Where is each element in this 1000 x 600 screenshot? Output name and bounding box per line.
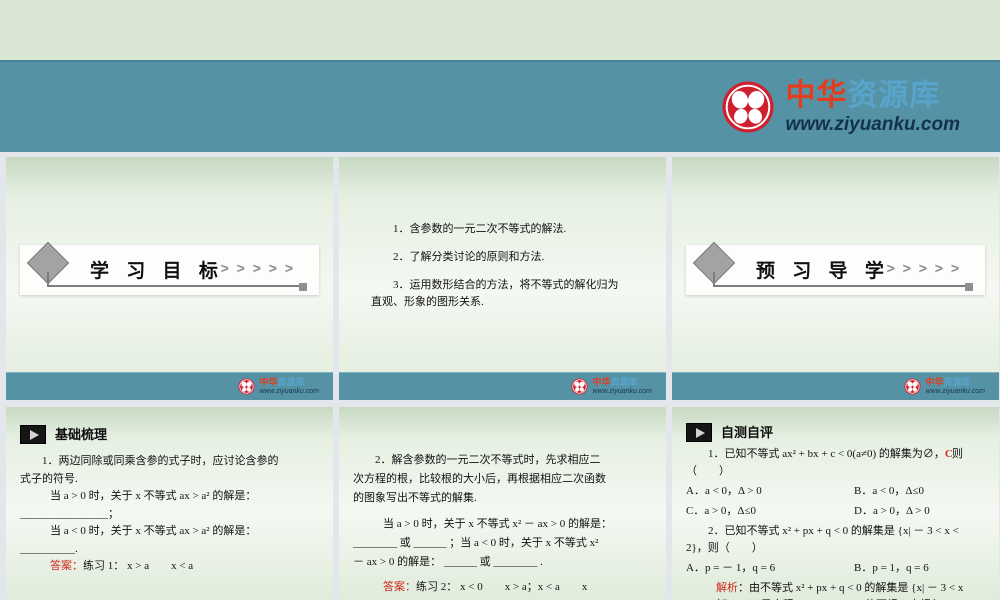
basics-line: 当 a < 0 时，关于 x 不等式 ax > a² 的解是： [50, 525, 257, 537]
basics-answer-line: 答案：练习 1： x > a x < a [20, 558, 321, 576]
banner-end-square [965, 283, 973, 291]
basics2-line: － ax > 0 的解是： ______ 或 ________ . [353, 556, 543, 568]
slide-self-test[interactable]: 自测自评 1．已知不等式 ax² + bx + c < 0(a≠0) 的解集为∅… [672, 407, 999, 600]
slide-top-footer-band: 中华资源库 www.ziyuanku.com [0, 60, 1000, 152]
question1-options-row: A．a < 0，Δ > 0 B．a < 0，Δ≤0 [686, 483, 987, 500]
brand-text: 中华资源库 www.ziyuanku.com [785, 78, 960, 135]
banner-underline [713, 285, 969, 287]
goal-content-text: 1．含参数的一元二次不等式的解法. 2．了解分类讨论的原则和方法. 3．运用数形… [339, 157, 666, 311]
play-icon [20, 425, 46, 444]
answer-text: 练习 2： x < 0 x > a；x < a x [416, 581, 588, 593]
goal-line: 直观、形象的图形关系. [371, 296, 484, 308]
brand-name: 中华资源库 [785, 78, 960, 112]
slide-learning-goals[interactable]: 学 习 目 标 > > > > > 中华资源库 www.ziyuanku.com [6, 157, 333, 400]
slide-goal-content[interactable]: 1．含参数的一元二次不等式的解法. 2．了解分类讨论的原则和方法. 3．运用数形… [339, 157, 666, 400]
slide-footer-band: 中华资源库 www.ziyuanku.com [339, 372, 666, 400]
basics-blank-line: ________________； [20, 507, 119, 520]
brand-logo: 中华资源库 www.ziyuanku.com [721, 80, 960, 134]
question1-options-row: C．a > 0，Δ≤0 D．a > 0，Δ > 0 [686, 503, 987, 520]
basics2-line: ________ 或 ______ ；当 a < 0 时，关于 x 不等式 x² [353, 537, 599, 549]
slide-top-background [0, 0, 1000, 60]
basics-line: 当 a > 0 时，关于 x 不等式 ax > a² 的解是： [50, 490, 257, 502]
banner-title: 预 习 导 学 [756, 261, 890, 282]
basics2-answer-line: 答案：练习 2： x < 0 x > a；x < a x [353, 578, 654, 597]
play-icon [686, 423, 712, 442]
footer-brand-website: www.ziyuanku.com [592, 388, 652, 395]
basics2-line: 次方程的根，比较根的大小后，再根据相应二次函数 [353, 473, 606, 485]
basics-line: 式子的符号. [20, 472, 78, 485]
analysis-line: 解析：由不等式 x² + px + q < 0 的解集是 {x| － 3 < x [716, 582, 964, 594]
basics2-line: 2．解含参数的一元二次不等式时，先求相应二 [375, 454, 601, 466]
footer-brand-website: www.ziyuanku.com [259, 388, 319, 395]
footer-brand-logo: 中华资源库 www.ziyuanku.com [571, 378, 652, 395]
row-divider [0, 400, 1000, 407]
option-b: B．a < 0，Δ≤0 [854, 485, 925, 497]
chevrons-icon: > > > > > [886, 260, 961, 276]
footer-brand-name: 中华资源库 [592, 377, 638, 387]
brand-emblem-icon [722, 81, 774, 133]
question2-line: 2}，则（ ） [686, 542, 763, 554]
footer-brand-emblem-icon [904, 378, 921, 395]
slide-footer-band: 中华资源库 www.ziyuanku.com [6, 372, 333, 400]
option-d: D．a > 0，Δ > 0 [854, 505, 930, 517]
slide-basics-review-2[interactable]: 2．解含参数的一元二次不等式时，先求相应二 次方程的根，比较根的大小后，再根据相… [339, 407, 666, 600]
section-header: 自测自评 [686, 423, 987, 442]
goal-line: 3．运用数形结合的方法，将不等式的解化归为 [393, 279, 619, 291]
learning-goals-banner: 学 习 目 标 > > > > > [20, 241, 319, 295]
option-b: B．p = 1，q = 6 [854, 562, 929, 574]
brand-name-part2: 资源库 [847, 78, 941, 112]
option-a: A．p = － 1，q = 6 [686, 562, 776, 574]
section-header: 基础梳理 [20, 425, 321, 444]
section-title: 基础梳理 [55, 426, 108, 442]
question1-line: （ ） [686, 465, 730, 477]
analysis-label: 解析 [716, 582, 738, 594]
slide-top-partial[interactable]: 中华资源库 www.ziyuanku.com [0, 0, 1000, 152]
footer-brand-logo: 中华资源库 www.ziyuanku.com [904, 378, 985, 395]
basics2-line: 当 a > 0 时，关于 x 不等式 x² － ax > 0 的解是： [383, 518, 612, 530]
footer-brand-name: 中华资源库 [925, 377, 971, 387]
question2-line: 2．已知不等式 x² + px + q < 0 的解集是 {x| － 3 < x… [708, 525, 959, 537]
brand-website: www.ziyuanku.com [785, 113, 960, 135]
footer-brand-emblem-icon [238, 378, 255, 395]
slide-row-middle: 学 习 目 标 > > > > > 中华资源库 www.ziyuanku.com… [0, 157, 1000, 400]
slides-preview-page: 中华资源库 www.ziyuanku.com 学 习 目 标 > > > > > [0, 0, 1000, 600]
footer-brand-website: www.ziyuanku.com [925, 388, 985, 395]
option-a: A．a < 0，Δ > 0 [686, 485, 762, 497]
question2-options-row: A．p = － 1，q = 6 B．p = 1，q = 6 [686, 560, 987, 577]
answer-label: 答案： [50, 560, 83, 572]
preview-guide-banner: 预 习 导 学 > > > > > [686, 241, 985, 295]
banner-title: 学 习 目 标 [90, 261, 224, 282]
basics2-content: 2．解含参数的一元二次不等式时，先求相应二 次方程的根，比较根的大小后，再根据相… [339, 407, 666, 600]
goal-line: 1．含参数的一元二次不等式的解法. [393, 223, 567, 235]
answer-text: 练习 1： x > a x < a [83, 560, 194, 572]
footer-brand-emblem-icon [571, 378, 588, 395]
brand-name-part1: 中华 [785, 78, 848, 112]
selftest-content: 自测自评 1．已知不等式 ax² + bx + c < 0(a≠0) 的解集为∅… [672, 407, 999, 600]
basics-blank-line: __________. [20, 542, 78, 555]
basics-line: 1．两边同除或同乘含参的式子时，应讨论含参的 [42, 455, 279, 467]
slide-row-bottom: 基础梳理 1．两边同除或同乘含参的式子时，应讨论含参的 式子的符号. 当 a >… [0, 407, 1000, 600]
footer-brand-name: 中华资源库 [259, 377, 305, 387]
slide-footer-band: 中华资源库 www.ziyuanku.com [672, 372, 999, 400]
section-title: 自测自评 [721, 425, 774, 440]
basics2-line: 的图象写出不等式的解集. [353, 492, 477, 504]
basics-content: 基础梳理 1．两边同除或同乘含参的式子时，应讨论含参的 式子的符号. 当 a >… [6, 407, 333, 576]
banner-underline [47, 285, 303, 287]
slide-preview-guide[interactable]: 预 习 导 学 > > > > > 中华资源库 www.ziyuanku.com [672, 157, 999, 400]
answer-label: 答案： [383, 581, 416, 593]
option-c: C．a > 0，Δ≤0 [686, 505, 757, 517]
question1-line: 1．已知不等式 ax² + bx + c < 0(a≠0) 的解集为∅，C则 [708, 448, 963, 460]
slide-basics-review[interactable]: 基础梳理 1．两边同除或同乘含参的式子时，应讨论含参的 式子的符号. 当 a >… [6, 407, 333, 600]
chevrons-icon: > > > > > [220, 260, 295, 276]
goal-line: 2．了解分类讨论的原则和方法. [393, 251, 545, 263]
banner-end-square [299, 283, 307, 291]
footer-brand-logo: 中华资源库 www.ziyuanku.com [238, 378, 319, 395]
